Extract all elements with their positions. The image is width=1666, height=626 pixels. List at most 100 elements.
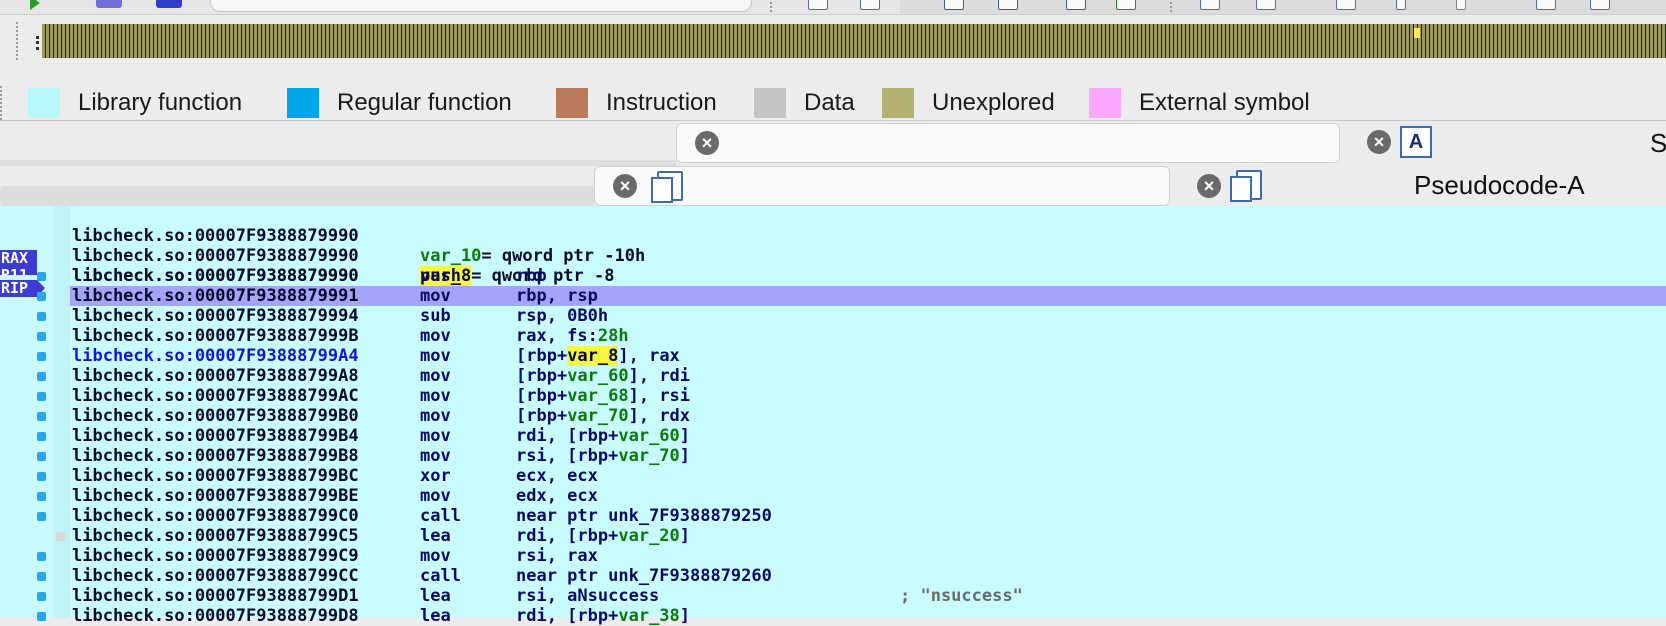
line-address: libcheck.so:00007F93888799D8 <box>72 606 359 626</box>
legend-swatch <box>1089 88 1121 118</box>
operands[interactable]: rsi, [rbp+var_70] <box>516 446 690 466</box>
navigation-band[interactable] <box>42 24 1666 58</box>
window-icon[interactable] <box>1200 0 1220 10</box>
listing-row-current[interactable]: libcheck.so:00007F9388879991 mov rbp, rsp <box>70 286 1666 306</box>
stack-var-ref[interactable]: var_70 <box>567 406 628 426</box>
breakpoint-dot[interactable] <box>37 412 46 421</box>
operands[interactable]: rbp <box>516 266 547 286</box>
operands[interactable]: rax, fs:28h <box>516 326 629 346</box>
breakpoint-dot[interactable] <box>37 272 46 281</box>
operands[interactable]: rdi, [rbp+var_60] <box>516 426 690 446</box>
tab-pseudocode-a[interactable]: Pseudocode-A <box>1414 170 1585 201</box>
line-comment: ; "nsuccess" <box>900 586 1023 606</box>
stack-var-ref[interactable]: var_70 <box>618 446 679 466</box>
listing-header-line[interactable]: libcheck.so:00007F9388879990 var_8= qwor… <box>70 226 1666 286</box>
listing-header-line[interactable]: libcheck.so:00007F9388879990 <box>70 246 1666 286</box>
operands[interactable]: rsp, 0B0h <box>516 306 608 326</box>
listing-row[interactable]: libcheck.so:00007F93888799B0 mov [rbp+var_… <box>70 406 1666 426</box>
listing-row[interactable]: libcheck.so:00007F93888799A4 mov [rbp+var_… <box>70 346 1666 366</box>
stack-var-ref[interactable]: var_60 <box>567 366 628 386</box>
operands[interactable]: rsi, rax <box>516 546 598 566</box>
window-icon[interactable] <box>1336 0 1356 10</box>
tab-empty-upper[interactable]: × <box>676 123 1340 163</box>
listing-header-line[interactable]: libcheck.so:00007F9388879990 var_10= qwo… <box>70 206 1666 266</box>
listing-row[interactable]: libcheck.so:00007F938887999B mov rax, fs:2… <box>70 326 1666 346</box>
thread-icon[interactable] <box>1396 0 1406 10</box>
disassembly-view[interactable]: libcheck.so:00007F9388879990 var_10= qwo… <box>70 206 1666 626</box>
run-icon[interactable] <box>30 0 40 10</box>
run-to-cursor-icon[interactable] <box>1116 0 1136 10</box>
module-icon[interactable] <box>1456 0 1466 10</box>
close-icon[interactable]: × <box>1197 174 1221 198</box>
mnemonic: mov <box>420 326 451 346</box>
listing-row[interactable]: libcheck.so:00007F93888799BE mov edx, ecx <box>70 486 1666 506</box>
listing-row[interactable]: libcheck.so:00007F93888799B8 mov rsi, [rbp… <box>70 446 1666 466</box>
structures-icon[interactable]: A <box>1400 126 1432 158</box>
operands[interactable]: near ptr unk_7F9388879260 <box>516 566 772 586</box>
stack-var-ref[interactable]: var_20 <box>618 526 679 546</box>
operands[interactable]: [rbp+var_68], rsi <box>516 386 690 406</box>
operands[interactable]: rbp, rsp <box>516 286 598 306</box>
stack-var-ref[interactable]: var_8 <box>567 346 619 366</box>
operands[interactable]: [rbp+var_70], rdx <box>516 406 690 426</box>
operand-text: ], rdi <box>628 366 691 386</box>
toolbar-button[interactable] <box>96 0 122 8</box>
operands[interactable]: rdi, [rbp+var_38] <box>516 606 690 626</box>
window-icon[interactable] <box>808 0 828 10</box>
listing-row[interactable]: libcheck.so:00007F93888799BC xor ecx, ecx <box>70 466 1666 486</box>
close-icon[interactable]: × <box>695 131 719 155</box>
breakpoint-dot[interactable] <box>37 432 46 441</box>
listing-row[interactable]: libcheck.so:00007F93888799C5 lea rdi, [rbp… <box>70 526 1666 546</box>
operands[interactable]: ecx, ecx <box>516 466 598 486</box>
breakpoint-dot[interactable] <box>37 332 46 341</box>
window-icon[interactable] <box>1256 0 1276 10</box>
toolbar-button[interactable] <box>156 0 182 8</box>
operands[interactable]: rdi, [rbp+var_20] <box>516 526 690 546</box>
operands[interactable]: [rbp+var_60], rdi <box>516 366 690 386</box>
breakpoint-dot[interactable] <box>37 572 46 581</box>
stack-var-ref[interactable]: var_60 <box>618 426 679 446</box>
listing-row[interactable]: libcheck.so:00007F93888799CC call near ptr… <box>70 566 1666 586</box>
close-icon[interactable]: × <box>613 174 637 198</box>
operands[interactable]: edx, ecx <box>516 486 598 506</box>
breakpoint-dot[interactable] <box>37 612 46 621</box>
listing-row[interactable]: libcheck.so:00007F93888799C9 mov rsi, rax <box>70 546 1666 566</box>
listing-row[interactable]: libcheck.so:00007F93888799D1 lea rsi, aNsu… <box>70 586 1666 606</box>
tab-empty-lower[interactable]: × <box>594 166 1170 206</box>
window-icon[interactable] <box>1536 0 1556 10</box>
stack-var-ref[interactable]: var_38 <box>618 606 679 626</box>
step-over-icon[interactable] <box>998 0 1018 10</box>
operands[interactable]: near ptr unk_7F9388879250 <box>516 506 772 526</box>
listing-row[interactable]: libcheck.so:00007F9388879994 sub rsp, 0B0h <box>70 306 1666 326</box>
current-position-marker <box>1414 28 1420 38</box>
breakpoint-dot[interactable] <box>37 352 46 361</box>
breakpoint-dot[interactable] <box>37 472 46 481</box>
listing-row[interactable]: libcheck.so:00007F93888799A8 mov [rbp+var_… <box>70 366 1666 386</box>
listing-row[interactable]: libcheck.so:00007F93888799D8 lea rdi, [rbp… <box>70 606 1666 626</box>
link-icon[interactable] <box>1590 0 1610 10</box>
step-out-icon[interactable] <box>1066 0 1086 10</box>
toolbar-separator <box>770 2 774 12</box>
breakpoint-dot[interactable] <box>37 372 46 381</box>
breakpoint-dot[interactable] <box>37 292 46 301</box>
breakpoint-dot[interactable] <box>37 552 46 561</box>
listing-row[interactable]: libcheck.so:00007F93888799C0 call near ptr… <box>70 506 1666 526</box>
breakpoint-dot[interactable] <box>37 392 46 401</box>
tab-partial-label[interactable]: S <box>1650 128 1666 159</box>
breakpoint-dot[interactable] <box>37 452 46 461</box>
listing-row[interactable]: libcheck.so:00007F93888799B4 mov rdi, [rbp… <box>70 426 1666 446</box>
operands[interactable]: [rbp+var_8], rax <box>516 346 680 366</box>
close-icon[interactable]: × <box>1367 130 1391 154</box>
operands[interactable]: rsi, aNsuccess <box>516 586 659 606</box>
breakpoint-dot[interactable] <box>56 532 65 541</box>
breakpoint-dot[interactable] <box>37 512 46 521</box>
breakpoint-dot[interactable] <box>37 312 46 321</box>
debugger-select[interactable] <box>210 0 752 12</box>
breakpoint-dot[interactable] <box>37 592 46 601</box>
window-icon[interactable] <box>860 0 880 10</box>
step-into-icon[interactable] <box>944 0 964 10</box>
breakpoint-dot[interactable] <box>37 492 46 501</box>
listing-row[interactable]: libcheck.so:00007F93888799AC mov [rbp+var_… <box>70 386 1666 406</box>
listing-row[interactable]: libcheck.so:00007F9388879990 push rbp <box>70 266 1666 286</box>
stack-var-ref[interactable]: var_68 <box>567 386 628 406</box>
